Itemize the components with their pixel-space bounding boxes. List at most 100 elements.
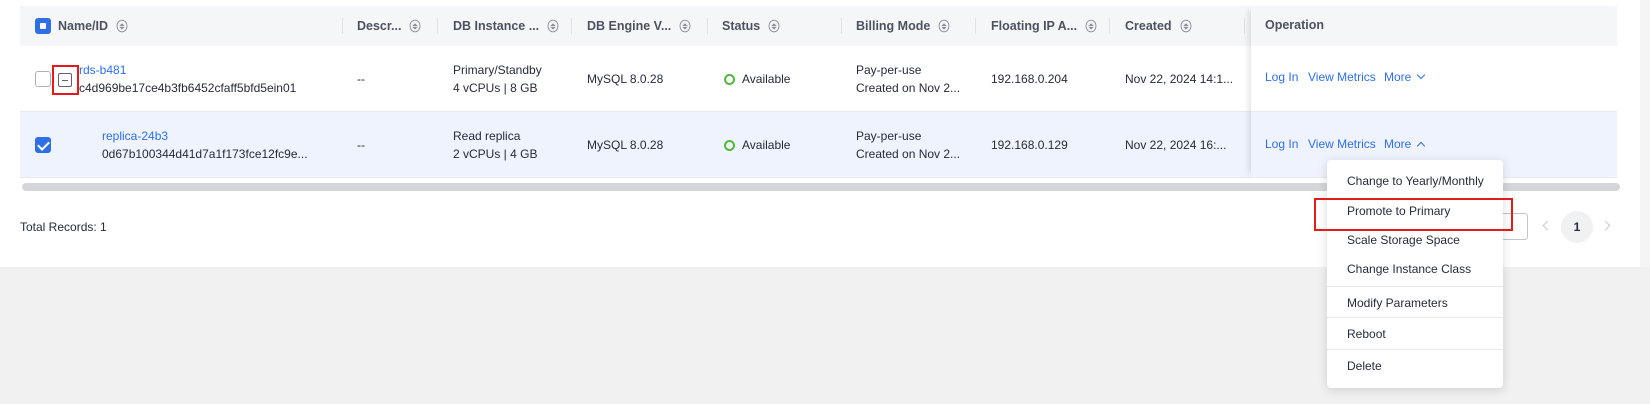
created-time: Nov 22, 2024 16:... bbox=[1125, 138, 1227, 152]
header-status[interactable]: Status bbox=[722, 6, 780, 46]
billing-mode: Pay-per-use bbox=[856, 63, 922, 77]
column-divider[interactable] bbox=[1244, 18, 1245, 34]
floating-ip-cell: 192.168.0.129 bbox=[991, 112, 1068, 178]
sort-icon[interactable] bbox=[679, 19, 691, 33]
chevron-left-icon[interactable] bbox=[1542, 220, 1553, 231]
header-name-id[interactable]: Name/ID bbox=[58, 6, 128, 46]
header-billing-mode[interactable]: Billing Mode bbox=[856, 6, 950, 46]
status-available-icon bbox=[724, 140, 735, 152]
menu-item-change-billing[interactable]: Change to Yearly/Monthly bbox=[1327, 165, 1503, 196]
column-divider[interactable] bbox=[342, 18, 343, 34]
operation-column: Operation Log In View Metrics More Log I… bbox=[1251, 6, 1617, 178]
status-text: Available bbox=[742, 138, 791, 152]
status-cell: Available bbox=[724, 46, 790, 112]
chevron-up-icon bbox=[1417, 141, 1426, 151]
created-time: Nov 22, 2024 14:1... bbox=[1125, 72, 1234, 86]
header-label: Floating IP A... bbox=[991, 19, 1078, 33]
sort-icon[interactable] bbox=[410, 19, 421, 33]
header-floating-ip[interactable]: Floating IP A... bbox=[991, 6, 1097, 46]
chevron-right-icon[interactable] bbox=[1600, 220, 1611, 231]
column-divider[interactable] bbox=[1109, 18, 1110, 34]
billing-mode: Pay-per-use bbox=[856, 129, 922, 143]
login-link[interactable]: Log In bbox=[1265, 70, 1298, 84]
sort-icon[interactable] bbox=[768, 19, 780, 33]
name-id-cell: rds-b481 c4d969be17ce4b3fb6452cfaff5bfd5… bbox=[79, 46, 296, 112]
header-label: Status bbox=[722, 19, 761, 33]
status-cell: Available bbox=[724, 112, 790, 178]
billing-created: Created on Nov 2... bbox=[856, 81, 961, 95]
header-created[interactable]: Created bbox=[1125, 6, 1192, 46]
view-metrics-link[interactable]: View Metrics bbox=[1308, 137, 1376, 151]
created-cell: Nov 22, 2024 16:... bbox=[1125, 112, 1226, 178]
column-divider[interactable] bbox=[975, 18, 976, 34]
instance-id: 0d67b100344d41d7a1f173fce12fc9e... bbox=[102, 147, 308, 161]
description-cell: -- bbox=[357, 46, 365, 112]
more-dropdown[interactable]: More bbox=[1384, 70, 1426, 84]
vertical-scrollbar-track[interactable] bbox=[1640, 0, 1650, 267]
row-checkbox[interactable] bbox=[35, 137, 51, 153]
row-checkbox[interactable] bbox=[35, 71, 51, 87]
billing-created: Created on Nov 2... bbox=[856, 147, 961, 161]
more-menu: Change to Yearly/Monthly Promote to Prim… bbox=[1327, 160, 1503, 388]
sort-icon[interactable] bbox=[938, 19, 950, 33]
sort-icon[interactable] bbox=[1180, 19, 1191, 33]
operation-cell: Log In View Metrics More bbox=[1251, 46, 1617, 112]
instance-id: c4d969be17ce4b3fb6452cfaff5bfd5ein01 bbox=[79, 81, 297, 95]
select-all-checkbox[interactable] bbox=[35, 18, 51, 34]
header-description[interactable]: Descr... bbox=[357, 6, 421, 46]
header-label: Billing Mode bbox=[856, 19, 931, 33]
highlight-box bbox=[1314, 198, 1513, 231]
instance-name-link[interactable]: rds-b481 bbox=[79, 61, 296, 79]
sort-icon[interactable] bbox=[1085, 19, 1097, 33]
menu-item-reboot[interactable]: Reboot bbox=[1327, 318, 1503, 349]
status-available-icon bbox=[724, 74, 735, 86]
highlight-box bbox=[52, 65, 79, 95]
status-text: Available bbox=[742, 72, 791, 86]
menu-item-change-class[interactable]: Change Instance Class bbox=[1327, 253, 1503, 284]
instance-name-link[interactable]: replica-24b3 bbox=[102, 127, 308, 145]
header-label: DB Engine V... bbox=[587, 19, 672, 33]
status-badge: Available bbox=[724, 70, 790, 88]
instance-type: Read replica bbox=[453, 129, 521, 143]
instance-spec: 4 vCPUs | 8 GB bbox=[453, 81, 538, 95]
db-instance-cell: Read replica 2 vCPUs | 4 GB bbox=[453, 112, 537, 178]
operation-header: Operation bbox=[1251, 6, 1617, 46]
instance-spec: 2 vCPUs | 4 GB bbox=[453, 147, 538, 161]
description-cell: -- bbox=[357, 112, 365, 178]
created-cell: Nov 22, 2024 14:1... bbox=[1125, 46, 1233, 112]
column-divider[interactable] bbox=[707, 18, 708, 34]
name-id-cell: replica-24b3 0d67b100344d41d7a1f173fce12… bbox=[102, 112, 308, 178]
status-badge: Available bbox=[724, 136, 790, 154]
header-operation: Operation bbox=[1265, 18, 1325, 32]
header-db-instance[interactable]: DB Instance ... bbox=[453, 6, 559, 46]
menu-item-delete[interactable]: Delete bbox=[1327, 350, 1503, 381]
view-metrics-link[interactable]: View Metrics bbox=[1308, 70, 1376, 84]
login-link[interactable]: Log In bbox=[1265, 137, 1298, 151]
column-divider[interactable] bbox=[841, 18, 842, 34]
more-label: More bbox=[1384, 70, 1412, 84]
sort-icon[interactable] bbox=[116, 19, 128, 33]
header-db-engine[interactable]: DB Engine V... bbox=[587, 6, 691, 46]
db-instance-cell: Primary/Standby 4 vCPUs | 8 GB bbox=[453, 46, 542, 112]
column-divider[interactable] bbox=[571, 18, 572, 34]
engine-version: MySQL 8.0.28 bbox=[587, 138, 664, 152]
menu-item-modify-parameters[interactable]: Modify Parameters bbox=[1327, 287, 1503, 318]
column-divider[interactable] bbox=[437, 18, 438, 34]
chevron-down-icon bbox=[1417, 70, 1426, 80]
header-label: Created bbox=[1125, 19, 1172, 33]
floating-ip-cell: 192.168.0.204 bbox=[991, 46, 1068, 112]
billing-cell: Pay-per-use Created on Nov 2... bbox=[856, 112, 960, 178]
header-label: Name/ID bbox=[58, 19, 109, 33]
header-label: Descr... bbox=[357, 19, 402, 33]
floating-ip: 192.168.0.129 bbox=[991, 138, 1068, 152]
description-text: -- bbox=[357, 138, 365, 152]
sort-icon[interactable] bbox=[547, 19, 559, 33]
billing-cell: Pay-per-use Created on Nov 2... bbox=[856, 46, 960, 112]
page-number-current[interactable]: 1 bbox=[1561, 211, 1593, 243]
header-label: DB Instance ... bbox=[453, 19, 540, 33]
floating-ip: 192.168.0.204 bbox=[991, 72, 1068, 86]
db-engine-cell: MySQL 8.0.28 bbox=[587, 46, 663, 112]
db-engine-cell: MySQL 8.0.28 bbox=[587, 112, 663, 178]
instance-type: Primary/Standby bbox=[453, 63, 542, 77]
more-dropdown[interactable]: More bbox=[1384, 137, 1426, 151]
